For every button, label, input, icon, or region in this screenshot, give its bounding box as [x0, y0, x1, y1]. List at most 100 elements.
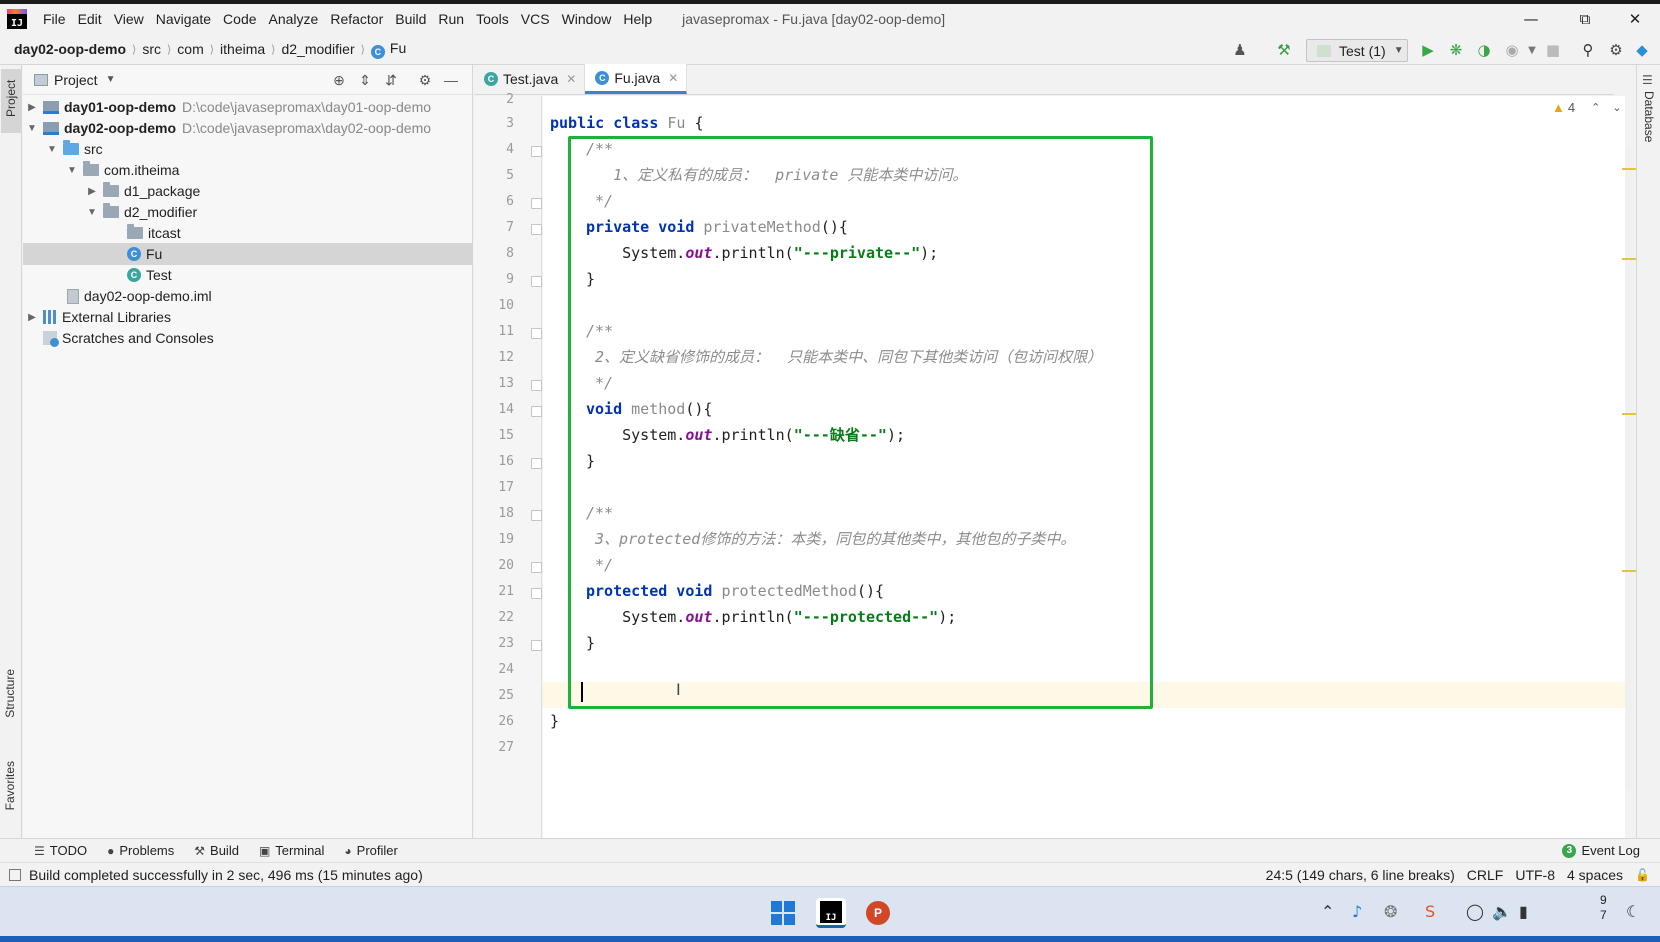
menu-edit[interactable]: Edit [72, 11, 108, 27]
menu-run[interactable]: Run [432, 11, 470, 27]
sogou-ime-icon[interactable]: S [1425, 902, 1435, 921]
fold-marker[interactable] [531, 562, 542, 573]
project-panel-title[interactable]: Project [54, 72, 98, 88]
breadcrumb-d2-modifier[interactable]: d2_modifier [279, 41, 356, 57]
tree-item-iml[interactable]: day02-oop-demo.iml [23, 285, 473, 307]
inspection-widget[interactable]: ▲ 4 ⌃ ⌄ [1552, 100, 1622, 115]
microphone-icon[interactable]: ♪ [1352, 902, 1362, 921]
tab-fu-java[interactable]: C Fu.java ✕ [585, 64, 688, 94]
warning-stripe-mark[interactable] [1622, 413, 1636, 415]
battery-icon[interactable]: ▮ [1519, 902, 1528, 921]
tool-tab-event-log[interactable]: 3 Event Log [1562, 843, 1640, 858]
fold-marker[interactable] [531, 328, 542, 339]
breadcrumb-project[interactable]: day02-oop-demo [12, 41, 128, 57]
tree-item-d1-package[interactable]: ▶ d1_package [23, 180, 473, 202]
tool-tab-todo[interactable]: ☰ TODO [34, 843, 87, 858]
warning-stripe-mark[interactable] [1622, 258, 1636, 260]
chevron-up-icon[interactable]: ⌃ [1591, 101, 1600, 114]
fold-marker[interactable] [531, 224, 542, 235]
breadcrumb-fu[interactable]: C Fu [369, 40, 408, 59]
tool-tab-terminal[interactable]: ▣ Terminal [259, 843, 324, 858]
stop-icon[interactable]: ■ [1543, 40, 1563, 60]
chevron-down-icon[interactable]: ⌄ [1612, 101, 1621, 114]
caret-position[interactable]: 24:5 (149 chars, 6 line breaks) [1266, 867, 1455, 883]
run-configuration-select[interactable]: Test (1) ▼ [1306, 39, 1408, 62]
chevron-down-icon[interactable]: ▼ [45, 144, 59, 155]
tool-tab-structure[interactable]: Structure [3, 669, 17, 718]
input-method-icon[interactable]: ❂ [1384, 902, 1397, 921]
close-window-icon[interactable]: ✕ [1612, 4, 1658, 34]
chevron-right-icon[interactable]: ▶ [25, 312, 39, 323]
tree-item-com-itheima[interactable]: ▼ com.itheima [23, 159, 473, 181]
editor-scrollbar[interactable] [1625, 150, 1632, 790]
intellij-logo-icon[interactable]: IJ [7, 9, 27, 29]
menu-help[interactable]: Help [617, 11, 658, 27]
tool-tab-build[interactable]: ⚒ Build [194, 843, 239, 858]
menu-refactor[interactable]: Refactor [324, 11, 389, 27]
breadcrumb-src[interactable]: src [140, 41, 163, 57]
gear-icon[interactable]: ⚙ [1606, 40, 1626, 60]
coverage-icon[interactable]: ◑ [1474, 40, 1494, 60]
tool-tab-favorites[interactable]: Favorites [3, 761, 17, 810]
menu-window[interactable]: Window [556, 11, 618, 27]
hide-panel-icon[interactable]: — [441, 70, 461, 90]
indent-setting[interactable]: 4 spaces [1567, 867, 1623, 883]
tree-item-test[interactable]: C Test [23, 264, 473, 286]
fold-marker[interactable] [531, 198, 542, 209]
fold-marker[interactable] [531, 588, 542, 599]
tree-item-d2-modifier[interactable]: ▼ d2_modifier [23, 201, 473, 223]
tree-item-itcast[interactable]: itcast [23, 222, 473, 244]
chevron-right-icon[interactable]: ▶ [85, 186, 99, 197]
fold-marker[interactable] [531, 406, 542, 417]
jetbrains-plugin-icon[interactable]: ◆ [1632, 40, 1652, 60]
file-encoding[interactable]: UTF-8 [1515, 867, 1555, 883]
chevron-down-icon[interactable]: ▼ [25, 123, 39, 134]
search-icon[interactable]: ⚲ [1578, 40, 1598, 60]
tool-windows-toggle-icon[interactable] [9, 868, 21, 881]
menu-tools[interactable]: Tools [470, 11, 515, 27]
chevron-right-icon[interactable]: ▶ [25, 102, 39, 113]
fold-marker[interactable] [531, 458, 542, 469]
fold-marker[interactable] [531, 510, 542, 521]
user-icon[interactable]: ♟ [1230, 40, 1250, 60]
locate-file-icon[interactable]: ⊕ [329, 70, 349, 90]
hammer-build-icon[interactable]: ⚒ [1274, 40, 1294, 60]
fold-marker[interactable] [531, 276, 542, 287]
debug-icon[interactable]: ❋ [1446, 40, 1466, 60]
gear-icon[interactable]: ⚙ [415, 70, 435, 90]
warning-stripe-mark[interactable] [1622, 570, 1636, 572]
tree-item-fu[interactable]: C Fu [23, 243, 473, 265]
chevron-down-icon[interactable]: ▼ [106, 74, 116, 85]
chevron-down-icon[interactable]: ▼ [1522, 40, 1542, 60]
menu-analyze[interactable]: Analyze [263, 11, 325, 27]
lock-icon[interactable]: 🔓 [1635, 868, 1650, 882]
minimize-icon[interactable]: — [1508, 4, 1554, 34]
tool-tab-profiler[interactable]: ◕ Profiler [344, 843, 397, 858]
network-globe-icon[interactable]: ◯ [1466, 902, 1484, 921]
windows-start-icon[interactable] [768, 898, 798, 928]
powerpoint-taskbar-icon[interactable]: P [863, 898, 893, 928]
tree-item-day02-oop-demo[interactable]: ▼ day02-oop-demo D:\code\javasepromax\da… [23, 117, 473, 139]
breadcrumb-itheima[interactable]: itheima [218, 41, 267, 57]
profile-icon[interactable]: ◉ [1502, 40, 1522, 60]
menu-file[interactable]: File [37, 11, 72, 27]
menu-build[interactable]: Build [389, 11, 432, 27]
menu-view[interactable]: View [108, 11, 150, 27]
warning-stripe-mark[interactable] [1622, 168, 1636, 170]
code-editor[interactable]: public class Fu { /** 1、定义私有的成员： private… [543, 96, 1625, 838]
restore-icon[interactable]: ⧉ [1562, 4, 1608, 34]
status-message[interactable]: Build completed successfully in 2 sec, 4… [29, 867, 423, 883]
chevron-up-icon[interactable]: ⌃ [1321, 902, 1334, 921]
tool-tab-problems[interactable]: ● Problems [107, 843, 174, 858]
fold-marker[interactable] [531, 146, 542, 157]
close-icon[interactable]: ✕ [566, 72, 576, 86]
chevron-down-icon[interactable]: ▼ [65, 165, 79, 176]
system-clock[interactable]: 9 7 [1600, 893, 1607, 923]
chevron-down-icon[interactable]: ▼ [85, 207, 99, 218]
tree-item-external-libraries[interactable]: ▶ External Libraries [23, 306, 473, 328]
volume-icon[interactable]: 🔈 [1492, 902, 1512, 921]
tool-tab-database[interactable]: Database [1642, 91, 1656, 142]
tab-test-java[interactable]: C Test.java ✕ [474, 64, 586, 94]
breadcrumb-com[interactable]: com [175, 41, 205, 57]
tree-item-src[interactable]: ▼ src [23, 138, 473, 160]
